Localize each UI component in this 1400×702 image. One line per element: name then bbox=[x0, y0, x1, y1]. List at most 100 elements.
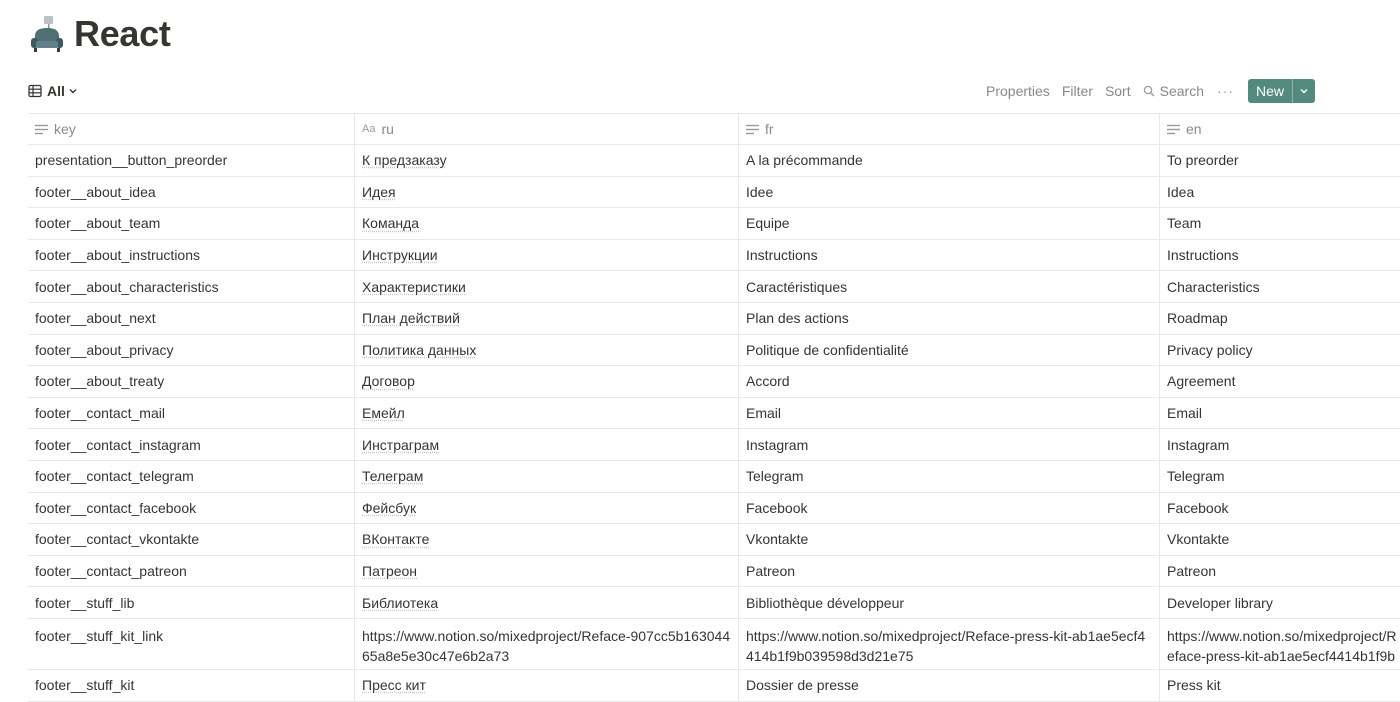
table-row[interactable]: footer__stuff_lib Библиотека Bibliothèque … bbox=[28, 587, 1400, 619]
sort-button[interactable]: Sort bbox=[1105, 83, 1131, 99]
cell-key[interactable]: footer__contact_instagram bbox=[28, 429, 355, 460]
table-row[interactable]: footer__about_team Команда Equipe Team bbox=[28, 208, 1400, 240]
cell-ru[interactable]: Патреон bbox=[355, 556, 739, 587]
cell-key[interactable]: footer__about_idea bbox=[28, 177, 355, 208]
table-row[interactable]: footer__contact_mail Емейл Email Email bbox=[28, 398, 1400, 430]
cell-fr[interactable]: Caractéristiques bbox=[739, 271, 1160, 302]
view-selector[interactable]: All bbox=[28, 83, 83, 99]
cell-ru[interactable]: Пресс кит bbox=[355, 670, 739, 701]
cell-en[interactable]: Patreon bbox=[1160, 556, 1400, 587]
cell-en[interactable]: Team bbox=[1160, 208, 1400, 239]
table-row[interactable]: footer__contact_facebook Фейсбук Facebook F… bbox=[28, 493, 1400, 525]
cell-ru[interactable]: Договор bbox=[355, 366, 739, 397]
cell-ru[interactable]: Фейсбук bbox=[355, 493, 739, 524]
cell-fr[interactable]: https://www.notion.so/mixedproject/Refac… bbox=[739, 619, 1160, 669]
cell-en[interactable]: Agreement bbox=[1160, 366, 1400, 397]
cell-key[interactable]: footer__contact_vkontakte bbox=[28, 524, 355, 555]
cell-key[interactable]: footer__contact_patreon bbox=[28, 556, 355, 587]
cell-ru[interactable]: Идея bbox=[355, 177, 739, 208]
table-row[interactable]: footer__about_next План действий Plan des … bbox=[28, 303, 1400, 335]
cell-fr[interactable]: Dossier de presse bbox=[739, 670, 1160, 701]
cell-en[interactable]: Instagram bbox=[1160, 429, 1400, 460]
cell-fr[interactable]: Telegram bbox=[739, 461, 1160, 492]
table-row[interactable]: footer__contact_instagram Инстраграм Insta… bbox=[28, 429, 1400, 461]
cell-fr[interactable]: Equipe bbox=[739, 208, 1160, 239]
properties-button[interactable]: Properties bbox=[986, 83, 1050, 99]
cell-key[interactable]: footer__contact_mail bbox=[28, 398, 355, 429]
table-row[interactable]: footer__about_instructions Инструкции Inst… bbox=[28, 240, 1400, 272]
cell-ru[interactable]: Инстраграм bbox=[355, 429, 739, 460]
table-row[interactable]: footer__about_treaty Договор Accord Agreeme… bbox=[28, 366, 1400, 398]
cell-fr[interactable]: Instructions bbox=[739, 240, 1160, 271]
cell-key[interactable]: presentation__button_preorder bbox=[28, 145, 355, 176]
cell-en[interactable]: Developer library bbox=[1160, 587, 1400, 618]
table-row[interactable]: presentation__button_preorder К предзаказ… bbox=[28, 145, 1400, 177]
cell-ru[interactable]: Емейл bbox=[355, 398, 739, 429]
cell-key[interactable]: footer__contact_facebook bbox=[28, 493, 355, 524]
cell-en[interactable]: Vkontakte bbox=[1160, 524, 1400, 555]
cell-fr[interactable]: Idee bbox=[739, 177, 1160, 208]
table-row[interactable]: footer__stuff_kit_link https://www.notion… bbox=[28, 619, 1400, 670]
cell-en[interactable]: Privacy policy bbox=[1160, 335, 1400, 366]
table-row[interactable]: footer__contact_vkontakte ВКонтакте Vkonta… bbox=[28, 524, 1400, 556]
table-row[interactable]: footer__about_idea Идея Idee Idea bbox=[28, 177, 1400, 209]
cell-fr[interactable]: Email bbox=[739, 398, 1160, 429]
cell-ru[interactable]: Характеристики bbox=[355, 271, 739, 302]
cell-en[interactable]: Email bbox=[1160, 398, 1400, 429]
cell-en[interactable]: Facebook bbox=[1160, 493, 1400, 524]
cell-fr[interactable]: Instagram bbox=[739, 429, 1160, 460]
cell-en[interactable]: Press kit bbox=[1160, 670, 1400, 701]
table-row[interactable]: footer__about_characteristics Характерист… bbox=[28, 271, 1400, 303]
cell-fr[interactable]: A la précommande bbox=[739, 145, 1160, 176]
cell-en[interactable]: Instructions bbox=[1160, 240, 1400, 271]
search-button[interactable]: Search bbox=[1143, 83, 1204, 99]
cell-en[interactable]: Idea bbox=[1160, 177, 1400, 208]
cell-key[interactable]: footer__about_next bbox=[28, 303, 355, 334]
cell-fr[interactable]: Accord bbox=[739, 366, 1160, 397]
cell-ru[interactable]: Инструкции bbox=[355, 240, 739, 271]
column-header-key[interactable]: key bbox=[28, 114, 355, 144]
more-options-icon[interactable]: ··· bbox=[1217, 83, 1234, 99]
cell-fr[interactable]: Facebook bbox=[739, 493, 1160, 524]
cell-key[interactable]: footer__about_instructions bbox=[28, 240, 355, 271]
cell-ru[interactable]: План действий bbox=[355, 303, 739, 334]
cell-ru[interactable]: Политика данных bbox=[355, 335, 739, 366]
column-header-ru[interactable]: Aa ru bbox=[355, 114, 739, 144]
new-button-label[interactable]: New bbox=[1248, 79, 1292, 103]
column-header-en[interactable]: en bbox=[1160, 114, 1400, 144]
table-row[interactable]: footer__contact_telegram Телеграм Telegram… bbox=[28, 461, 1400, 493]
cell-ru[interactable]: Библиотека bbox=[355, 587, 739, 618]
cell-key[interactable]: footer__about_privacy bbox=[28, 335, 355, 366]
cell-ru[interactable]: ВКонтакте bbox=[355, 524, 739, 555]
cell-fr[interactable]: Plan des actions bbox=[739, 303, 1160, 334]
cell-en[interactable]: Characteristics bbox=[1160, 271, 1400, 302]
cell-key[interactable]: footer__about_treaty bbox=[28, 366, 355, 397]
cell-key[interactable]: footer__stuff_lib bbox=[28, 587, 355, 618]
cell-ru[interactable]: https://www.notion.so/mixedproject/Refac… bbox=[355, 619, 739, 669]
table-row[interactable]: footer__stuff_kit Пресс кит Dossier de pre… bbox=[28, 670, 1400, 702]
cell-key[interactable]: footer__contact_telegram bbox=[28, 461, 355, 492]
armchair-icon[interactable] bbox=[28, 14, 66, 54]
filter-button[interactable]: Filter bbox=[1062, 83, 1093, 99]
cell-fr[interactable]: Patreon bbox=[739, 556, 1160, 587]
cell-ru[interactable]: К предзаказу bbox=[355, 145, 739, 176]
cell-en[interactable]: https://www.notion.so/mixedproject/Refac… bbox=[1160, 619, 1400, 669]
table-view-icon bbox=[28, 84, 42, 98]
new-dropdown-button[interactable] bbox=[1293, 79, 1315, 103]
cell-key[interactable]: footer__about_team bbox=[28, 208, 355, 239]
cell-en[interactable]: Roadmap bbox=[1160, 303, 1400, 334]
cell-key[interactable]: footer__about_characteristics bbox=[28, 271, 355, 302]
cell-ru[interactable]: Телеграм bbox=[355, 461, 739, 492]
cell-en[interactable]: Telegram bbox=[1160, 461, 1400, 492]
cell-fr[interactable]: Politique de confidentialité bbox=[739, 335, 1160, 366]
cell-ru[interactable]: Команда bbox=[355, 208, 739, 239]
new-button[interactable]: New bbox=[1248, 79, 1315, 103]
cell-key[interactable]: footer__stuff_kit bbox=[28, 670, 355, 701]
cell-fr[interactable]: Bibliothèque développeur bbox=[739, 587, 1160, 618]
cell-key[interactable]: footer__stuff_kit_link bbox=[28, 619, 355, 669]
column-header-fr[interactable]: fr bbox=[739, 114, 1160, 144]
cell-fr[interactable]: Vkontakte bbox=[739, 524, 1160, 555]
table-row[interactable]: footer__contact_patreon Патреон Patreon Pat… bbox=[28, 556, 1400, 588]
table-row[interactable]: footer__about_privacy Политика данных Poli… bbox=[28, 335, 1400, 367]
cell-en[interactable]: To preorder bbox=[1160, 145, 1400, 176]
